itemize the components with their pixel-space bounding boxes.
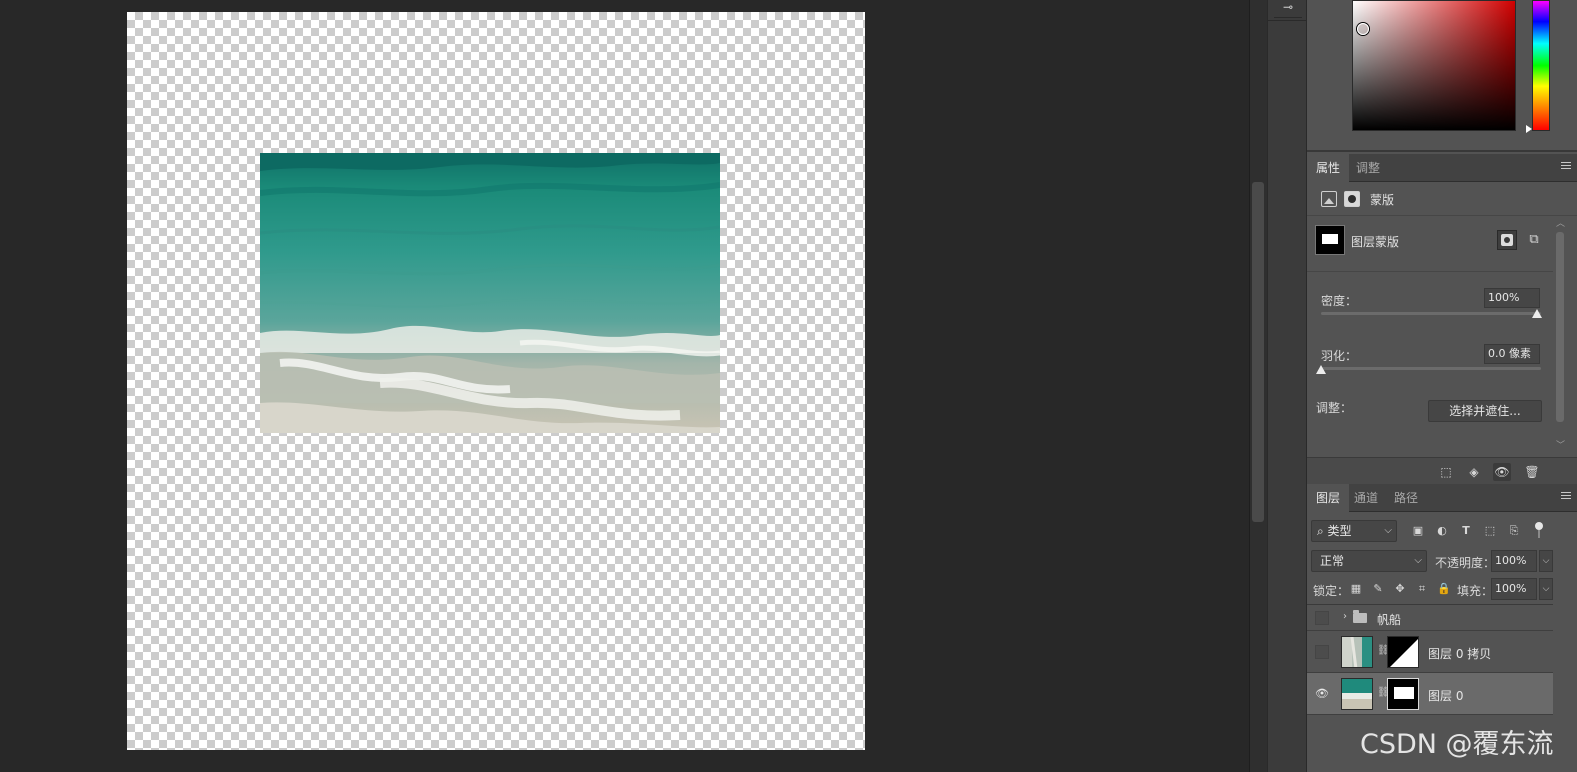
chevron-down-icon: ⌵ <box>1384 525 1392 536</box>
layer-thumbnail[interactable] <box>1341 636 1373 668</box>
lock-transparent-pixels-icon[interactable]: ▦ <box>1349 582 1363 596</box>
canvas-vertical-scrollbar[interactable] <box>1249 0 1267 772</box>
tab-channels[interactable]: 通道 <box>1345 484 1387 512</box>
tab-layers[interactable]: 图层 <box>1307 484 1350 512</box>
smart-object-filter-icon[interactable]: ⎘ <box>1507 524 1521 538</box>
fill-input[interactable]: 100% <box>1491 578 1537 600</box>
layer-name[interactable]: 帆船 <box>1377 611 1401 628</box>
chevron-down-icon: ⌵ <box>1414 555 1422 566</box>
layer-mask-row: 图层蒙版 ⧉ <box>1307 216 1553 272</box>
scroll-down-icon[interactable]: ﹀ <box>1556 438 1565 451</box>
toggle-mask-visibility-icon[interactable]: 👁 <box>1493 463 1511 481</box>
opacity-dropdown-icon[interactable]: ⌵ <box>1539 550 1553 572</box>
delete-mask-icon[interactable]: 🗑 <box>1523 463 1541 481</box>
properties-mode-row: 蒙版 <box>1307 182 1577 216</box>
density-label: 密度： <box>1321 294 1358 308</box>
panel-icon-dock: ⊸ <box>1267 0 1308 772</box>
blend-mode-value: 正常 <box>1320 554 1345 568</box>
filter-kind-select[interactable]: ⌕ 类型 ⌵ <box>1311 520 1397 542</box>
ocean-wave-image[interactable] <box>260 153 720 433</box>
hue-slider[interactable] <box>1532 0 1550 131</box>
properties-tab-bar: 属性 调整 <box>1307 154 1577 182</box>
density-slider-thumb[interactable] <box>1532 309 1542 318</box>
color-saturation-field[interactable] <box>1352 0 1516 131</box>
lock-row: 锁定： ▦ ✎ ✥ ⌗ 🔒 填充： 100% ⌵ <box>1307 576 1577 602</box>
tab-adjustments[interactable]: 调整 <box>1347 154 1389 182</box>
canvas-area[interactable] <box>0 0 1249 772</box>
mask-mode-label: 蒙版 <box>1370 193 1395 207</box>
feather-slider-thumb[interactable] <box>1316 365 1326 374</box>
filter-toggle-switch[interactable] <box>1535 522 1543 540</box>
image-icon[interactable] <box>1321 191 1337 207</box>
layer-row-layer0-copy[interactable]: ⛓ 图层 0 拷贝 <box>1307 631 1553 673</box>
filter-kind-value: 类型 <box>1327 524 1352 538</box>
tab-properties[interactable]: 属性 <box>1307 154 1350 182</box>
layers-tab-bar: 图层 通道 路径 <box>1307 484 1577 512</box>
feather-label: 羽化： <box>1321 349 1358 363</box>
search-icon: ⌕ <box>1317 524 1328 538</box>
pixel-filter-icon[interactable]: ▣ <box>1411 524 1425 538</box>
opacity-label: 不透明度： <box>1435 556 1496 570</box>
fill-dropdown-icon[interactable]: ⌵ <box>1539 578 1553 600</box>
adjustment-filter-icon[interactable]: ◐ <box>1435 524 1449 538</box>
color-picker-ring[interactable] <box>1357 23 1369 35</box>
document-canvas-transparent[interactable] <box>127 12 865 750</box>
layer-filter-row: ⌕ 类型 ⌵ ▣ ◐ T ⬚ ⎘ <box>1307 518 1577 544</box>
chevron-right-icon[interactable]: › <box>1343 611 1347 622</box>
lock-label: 锁定： <box>1313 584 1350 598</box>
layer-name[interactable]: 图层 0 拷贝 <box>1428 645 1491 662</box>
blend-mode-select[interactable]: 正常 ⌵ <box>1311 550 1427 572</box>
feather-slider-track[interactable] <box>1321 367 1541 370</box>
layer-visibility-toggle[interactable] <box>1315 645 1329 659</box>
watermark: CSDN @覆东流 <box>1360 729 1554 760</box>
select-and-mask-button[interactable]: 选择并遮住... <box>1428 400 1542 422</box>
right-panels: 属性 调整 蒙版 图层蒙版 ⧉ 密度： 100% 羽化： 0.0 像素 调整： … <box>1307 0 1577 772</box>
properties-scroll-thumb[interactable] <box>1556 232 1564 422</box>
shape-filter-icon[interactable]: ⬚ <box>1483 524 1497 538</box>
layer-thumbnail[interactable] <box>1341 678 1373 710</box>
fill-label: 填充： <box>1457 584 1494 598</box>
properties-scrollbar[interactable]: ︿ ﹀ <box>1553 216 1567 456</box>
layer-row-layer0[interactable]: 👁 ⛓ 图层 0 <box>1307 673 1553 715</box>
apply-mask-icon[interactable]: ◈ <box>1465 463 1483 481</box>
load-selection-icon[interactable]: ⬚ <box>1437 463 1455 481</box>
density-slider-track[interactable] <box>1321 312 1541 315</box>
feather-input[interactable]: 0.0 像素 <box>1484 344 1540 364</box>
type-filter-icon[interactable]: T <box>1459 524 1473 538</box>
eye-icon[interactable]: 👁 <box>1314 687 1330 701</box>
layer-name[interactable]: 图层 0 <box>1428 687 1463 704</box>
panel-menu-icon[interactable] <box>1561 492 1573 504</box>
density-input[interactable]: 100% <box>1484 288 1540 308</box>
layer-mask-thumbnail[interactable] <box>1387 678 1419 710</box>
lock-image-pixels-icon[interactable]: ✎ <box>1371 582 1385 596</box>
folder-icon <box>1353 610 1367 623</box>
lock-all-icon[interactable]: 🔒 <box>1437 582 1451 596</box>
properties-slider-icon[interactable]: ⊸ <box>1274 0 1302 18</box>
color-panel <box>1307 0 1577 152</box>
lock-position-icon[interactable]: ✥ <box>1393 582 1407 596</box>
layer-visibility-toggle[interactable] <box>1315 611 1329 625</box>
layer-mask-label: 图层蒙版 <box>1351 235 1400 249</box>
properties-panel: 属性 调整 蒙版 图层蒙版 ⧉ 密度： 100% 羽化： 0.0 像素 调整： … <box>1307 154 1577 484</box>
mask-icon[interactable] <box>1344 191 1360 207</box>
select-mask-icon[interactable] <box>1497 230 1517 250</box>
properties-footer: ⬚ ◈ 👁 🗑 <box>1307 457 1577 484</box>
scroll-up-icon[interactable]: ︿ <box>1556 216 1565 229</box>
dock-divider <box>1268 20 1308 21</box>
opacity-input[interactable]: 100% <box>1491 550 1537 572</box>
layer-mask-thumbnail <box>1315 225 1345 255</box>
panel-menu-icon[interactable] <box>1561 162 1573 174</box>
refine-label: 调整： <box>1316 401 1353 415</box>
lock-artboard-icon[interactable]: ⌗ <box>1415 582 1429 596</box>
add-vector-mask-icon[interactable]: ⧉ <box>1525 231 1543 249</box>
canvas-scroll-thumb[interactable] <box>1252 182 1264 522</box>
tab-paths[interactable]: 路径 <box>1385 484 1427 512</box>
layer-row-group-sailboat[interactable]: › 帆船 <box>1307 605 1553 631</box>
blend-row: 正常 ⌵ 不透明度： 100% ⌵ <box>1307 548 1577 574</box>
layer-mask-thumbnail[interactable] <box>1387 636 1419 668</box>
photoshop-window: ⊸ 属性 调整 蒙版 图层蒙版 ⧉ 密度： 100% 羽化： 0.0 像素 调整… <box>0 0 1577 772</box>
